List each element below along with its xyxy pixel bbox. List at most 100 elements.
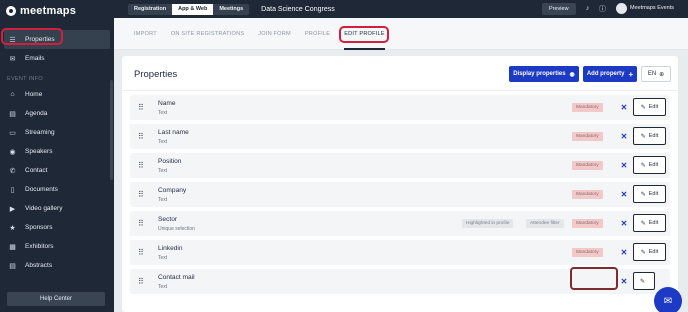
property-type: Text bbox=[158, 284, 168, 290]
sidebar-item-speakers[interactable]: ◉ Speakers bbox=[0, 142, 114, 161]
preview-button[interactable]: Preview bbox=[542, 3, 576, 15]
tab-registration[interactable]: Registration bbox=[128, 3, 173, 15]
sidebar-item-contact[interactable]: ✆ Contact bbox=[0, 161, 114, 180]
sidebar-item-label: Streaming bbox=[25, 129, 55, 136]
list-item: ⠿ Contact mail Text ✕ ✎ bbox=[130, 267, 670, 294]
avatar[interactable] bbox=[616, 3, 627, 14]
edit-button[interactable]: ✎ Edit bbox=[633, 185, 666, 203]
tab-join-form[interactable]: JOIN FORM bbox=[258, 18, 291, 50]
help-center-button[interactable]: Help Center bbox=[7, 292, 105, 306]
account-name[interactable]: Meetmaps Events bbox=[630, 5, 674, 11]
close-icon[interactable]: ✕ bbox=[620, 190, 628, 199]
document-icon: ▯ bbox=[10, 186, 15, 194]
property-type: Text bbox=[158, 110, 168, 116]
edit-button[interactable]: ✎ bbox=[633, 272, 655, 290]
bell-icon[interactable]: ♪ bbox=[583, 4, 592, 13]
property-name: Contact mail bbox=[158, 274, 195, 281]
pencil-icon: ✎ bbox=[640, 133, 646, 140]
language-value: EN bbox=[647, 71, 657, 77]
list-item: ⠿ Last name Text Mandatory ✕ ✎ Edit bbox=[130, 124, 670, 149]
chat-icon: ✉ bbox=[663, 295, 673, 307]
property-name: Last name bbox=[158, 129, 189, 136]
property-name: Sector bbox=[158, 216, 178, 223]
sidebar-item-label: Contact bbox=[25, 167, 48, 174]
edit-button[interactable]: ✎ Edit bbox=[633, 243, 666, 261]
drag-handle-icon[interactable]: ⠿ bbox=[138, 132, 144, 141]
highlighted-badge: Highlighted in profile bbox=[462, 219, 514, 228]
mandatory-badge: Mandatory bbox=[572, 161, 603, 170]
tab-edit-profile[interactable]: EDIT PROFILE bbox=[339, 18, 390, 50]
sidebar-item-label: Sponsors bbox=[25, 224, 53, 231]
section-title: EVENT INFO bbox=[7, 76, 43, 82]
close-icon[interactable]: ✕ bbox=[620, 161, 628, 170]
property-type: Unique selection bbox=[158, 226, 195, 232]
sidebar-item-documents[interactable]: ▯ Documents bbox=[0, 180, 114, 199]
edit-label: Edit bbox=[648, 104, 659, 110]
video-icon: ▶ bbox=[9, 205, 16, 213]
edit-button[interactable]: ✎ Edit bbox=[633, 98, 666, 116]
home-icon: ⌂ bbox=[10, 91, 15, 98]
property-type: Text bbox=[158, 139, 168, 145]
mandatory-badge: Mandatory bbox=[572, 132, 603, 141]
drag-handle-icon[interactable]: ⠿ bbox=[138, 248, 144, 257]
chat-bubble-button[interactable]: ✉ bbox=[654, 287, 682, 312]
logo-text: meetmaps bbox=[20, 5, 77, 17]
highlight-annotation bbox=[1, 28, 63, 45]
sidebar-scrollbar[interactable] bbox=[110, 80, 113, 180]
sidebar-item-agenda[interactable]: ▤ Agenda bbox=[0, 104, 114, 123]
tab-import[interactable]: IMPORT bbox=[134, 18, 157, 50]
display-properties-button[interactable]: Display properties ◉ bbox=[509, 66, 579, 82]
filter-badge: Attendee filter bbox=[526, 219, 564, 228]
property-name: Linkedin bbox=[158, 245, 183, 252]
sidebar-item-streaming[interactable]: ▭ Streaming bbox=[0, 123, 114, 142]
sidebar-item-home[interactable]: ⌂ Home bbox=[0, 85, 114, 104]
close-icon[interactable]: ✕ bbox=[620, 103, 628, 112]
drag-handle-icon[interactable]: ⠿ bbox=[138, 190, 144, 199]
close-icon[interactable]: ✕ bbox=[620, 248, 628, 257]
page-title: Properties bbox=[134, 69, 178, 80]
contact-icon: ✆ bbox=[9, 167, 16, 175]
edit-label: Edit bbox=[648, 220, 659, 226]
property-type: Text bbox=[158, 255, 168, 261]
edit-label: Edit bbox=[648, 191, 659, 197]
topbar: Registration App & Web Meetings Data Sci… bbox=[114, 0, 688, 18]
info-icon[interactable]: ⓘ bbox=[598, 4, 607, 13]
sidebar-item-properties[interactable]: ☰ Properties bbox=[1, 28, 110, 49]
tab-app-web[interactable]: App & Web bbox=[172, 3, 214, 15]
abstract-icon: ▤ bbox=[9, 262, 16, 270]
sidebar-item-label: Agenda bbox=[25, 110, 48, 117]
properties-list: ⠿ Name Text Mandatory ✕ ✎ Edit ⠿ Last na… bbox=[130, 95, 670, 298]
close-icon[interactable]: ✕ bbox=[620, 132, 628, 141]
sidebar-item-emails[interactable]: ✉ Emails bbox=[0, 49, 114, 68]
close-icon[interactable]: ✕ bbox=[620, 219, 628, 228]
property-name: Company bbox=[158, 187, 187, 194]
tab-profile[interactable]: PROFILE bbox=[305, 18, 330, 50]
pencil-icon: ✎ bbox=[640, 162, 646, 169]
sidebar-item-video-gallery[interactable]: ▶ Video gallery bbox=[0, 199, 114, 218]
tab-on-site-registrations[interactable]: ON SITE REGISTRATIONS bbox=[171, 18, 244, 50]
edit-button[interactable]: ✎ Edit bbox=[633, 127, 666, 145]
sidebar-item-sponsors[interactable]: ★ Sponsors bbox=[0, 218, 114, 237]
tab-meetings[interactable]: Meetings bbox=[213, 3, 250, 15]
plus-icon: + bbox=[628, 69, 634, 79]
add-property-button[interactable]: Add property + bbox=[583, 66, 637, 82]
mandatory-badge: Mandatory bbox=[572, 219, 603, 228]
mandatory-badge: Mandatory bbox=[572, 103, 603, 112]
edit-button[interactable]: ✎ Edit bbox=[633, 214, 666, 232]
edit-button[interactable]: ✎ Edit bbox=[633, 156, 666, 174]
drag-handle-icon[interactable]: ⠿ bbox=[138, 103, 144, 112]
list-item: ⠿ Company Text Mandatory ✕ ✎ Edit bbox=[130, 182, 670, 207]
language-select[interactable]: EN ⊕ bbox=[641, 66, 671, 82]
property-name: Name bbox=[158, 100, 176, 107]
logo[interactable]: meetmaps bbox=[0, 0, 114, 22]
sidebar-item-exhibitors[interactable]: ▦ Exhibitors bbox=[0, 237, 114, 256]
book-icon: ▤ bbox=[9, 110, 16, 118]
drag-handle-icon[interactable]: ⠿ bbox=[138, 161, 144, 170]
sidebar-item-label: Documents bbox=[25, 186, 58, 193]
drag-handle-icon[interactable]: ⠿ bbox=[138, 219, 144, 228]
sidebar-item-abstracts[interactable]: ▤ Abstracts bbox=[0, 256, 114, 275]
drag-handle-icon[interactable]: ⠿ bbox=[138, 277, 144, 286]
button-label: Display properties bbox=[513, 71, 566, 77]
close-icon[interactable]: ✕ bbox=[620, 277, 628, 286]
edit-label: Edit bbox=[648, 133, 659, 139]
